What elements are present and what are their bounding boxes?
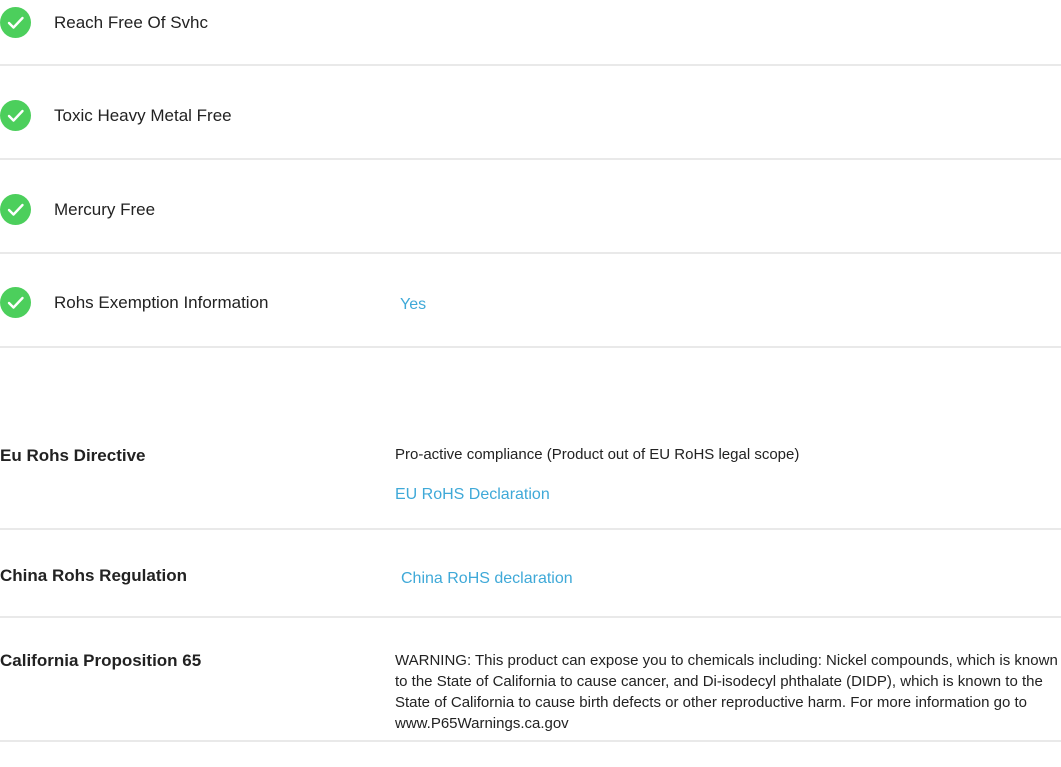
checklist-row-mercury: Mercury Free	[0, 160, 1061, 254]
checklist-label: Toxic Heavy Metal Free	[54, 106, 232, 125]
china-rohs-declaration-link[interactable]: China RoHS declaration	[401, 569, 573, 589]
compliance-status-text: Pro-active compliance (Product out of EU…	[395, 446, 800, 463]
rohs-exemption-link[interactable]: Yes	[400, 295, 426, 315]
compliance-label: China Rohs Regulation	[0, 566, 187, 585]
checklist-row-reach: Reach Free Of Svhc	[0, 0, 1061, 66]
checklist-row-toxic-heavy-metal: Toxic Heavy Metal Free	[0, 66, 1061, 160]
eu-rohs-declaration-link[interactable]: EU RoHS Declaration	[395, 485, 550, 505]
checklist-label: Reach Free Of Svhc	[54, 13, 209, 32]
compliance-row-eu-rohs: Eu Rohs Directive Pro-active compliance …	[0, 420, 1061, 530]
check-circle-icon	[0, 287, 31, 318]
compliance-row-california-prop-65: California Proposition 65 WARNING: This …	[0, 618, 1061, 742]
compliance-row-china-rohs: China Rohs Regulation China RoHS declara…	[0, 530, 1061, 618]
checklist-label: Mercury Free	[54, 200, 156, 219]
compliance-label: California Proposition 65	[0, 651, 202, 670]
check-circle-icon	[0, 7, 31, 38]
check-circle-icon	[0, 194, 31, 225]
environmental-compliance-panel: Reach Free Of Svhc Toxic Heavy Metal Fre…	[0, 0, 1061, 767]
check-circle-icon	[0, 100, 31, 131]
compliance-label: Eu Rohs Directive	[0, 446, 146, 465]
checklist-row-rohs-exemption: Rohs Exemption Information Yes	[0, 254, 1061, 348]
prop-65-warning-text: WARNING: This product can expose you to …	[395, 652, 1058, 732]
checklist-label: Rohs Exemption Information	[54, 293, 269, 312]
